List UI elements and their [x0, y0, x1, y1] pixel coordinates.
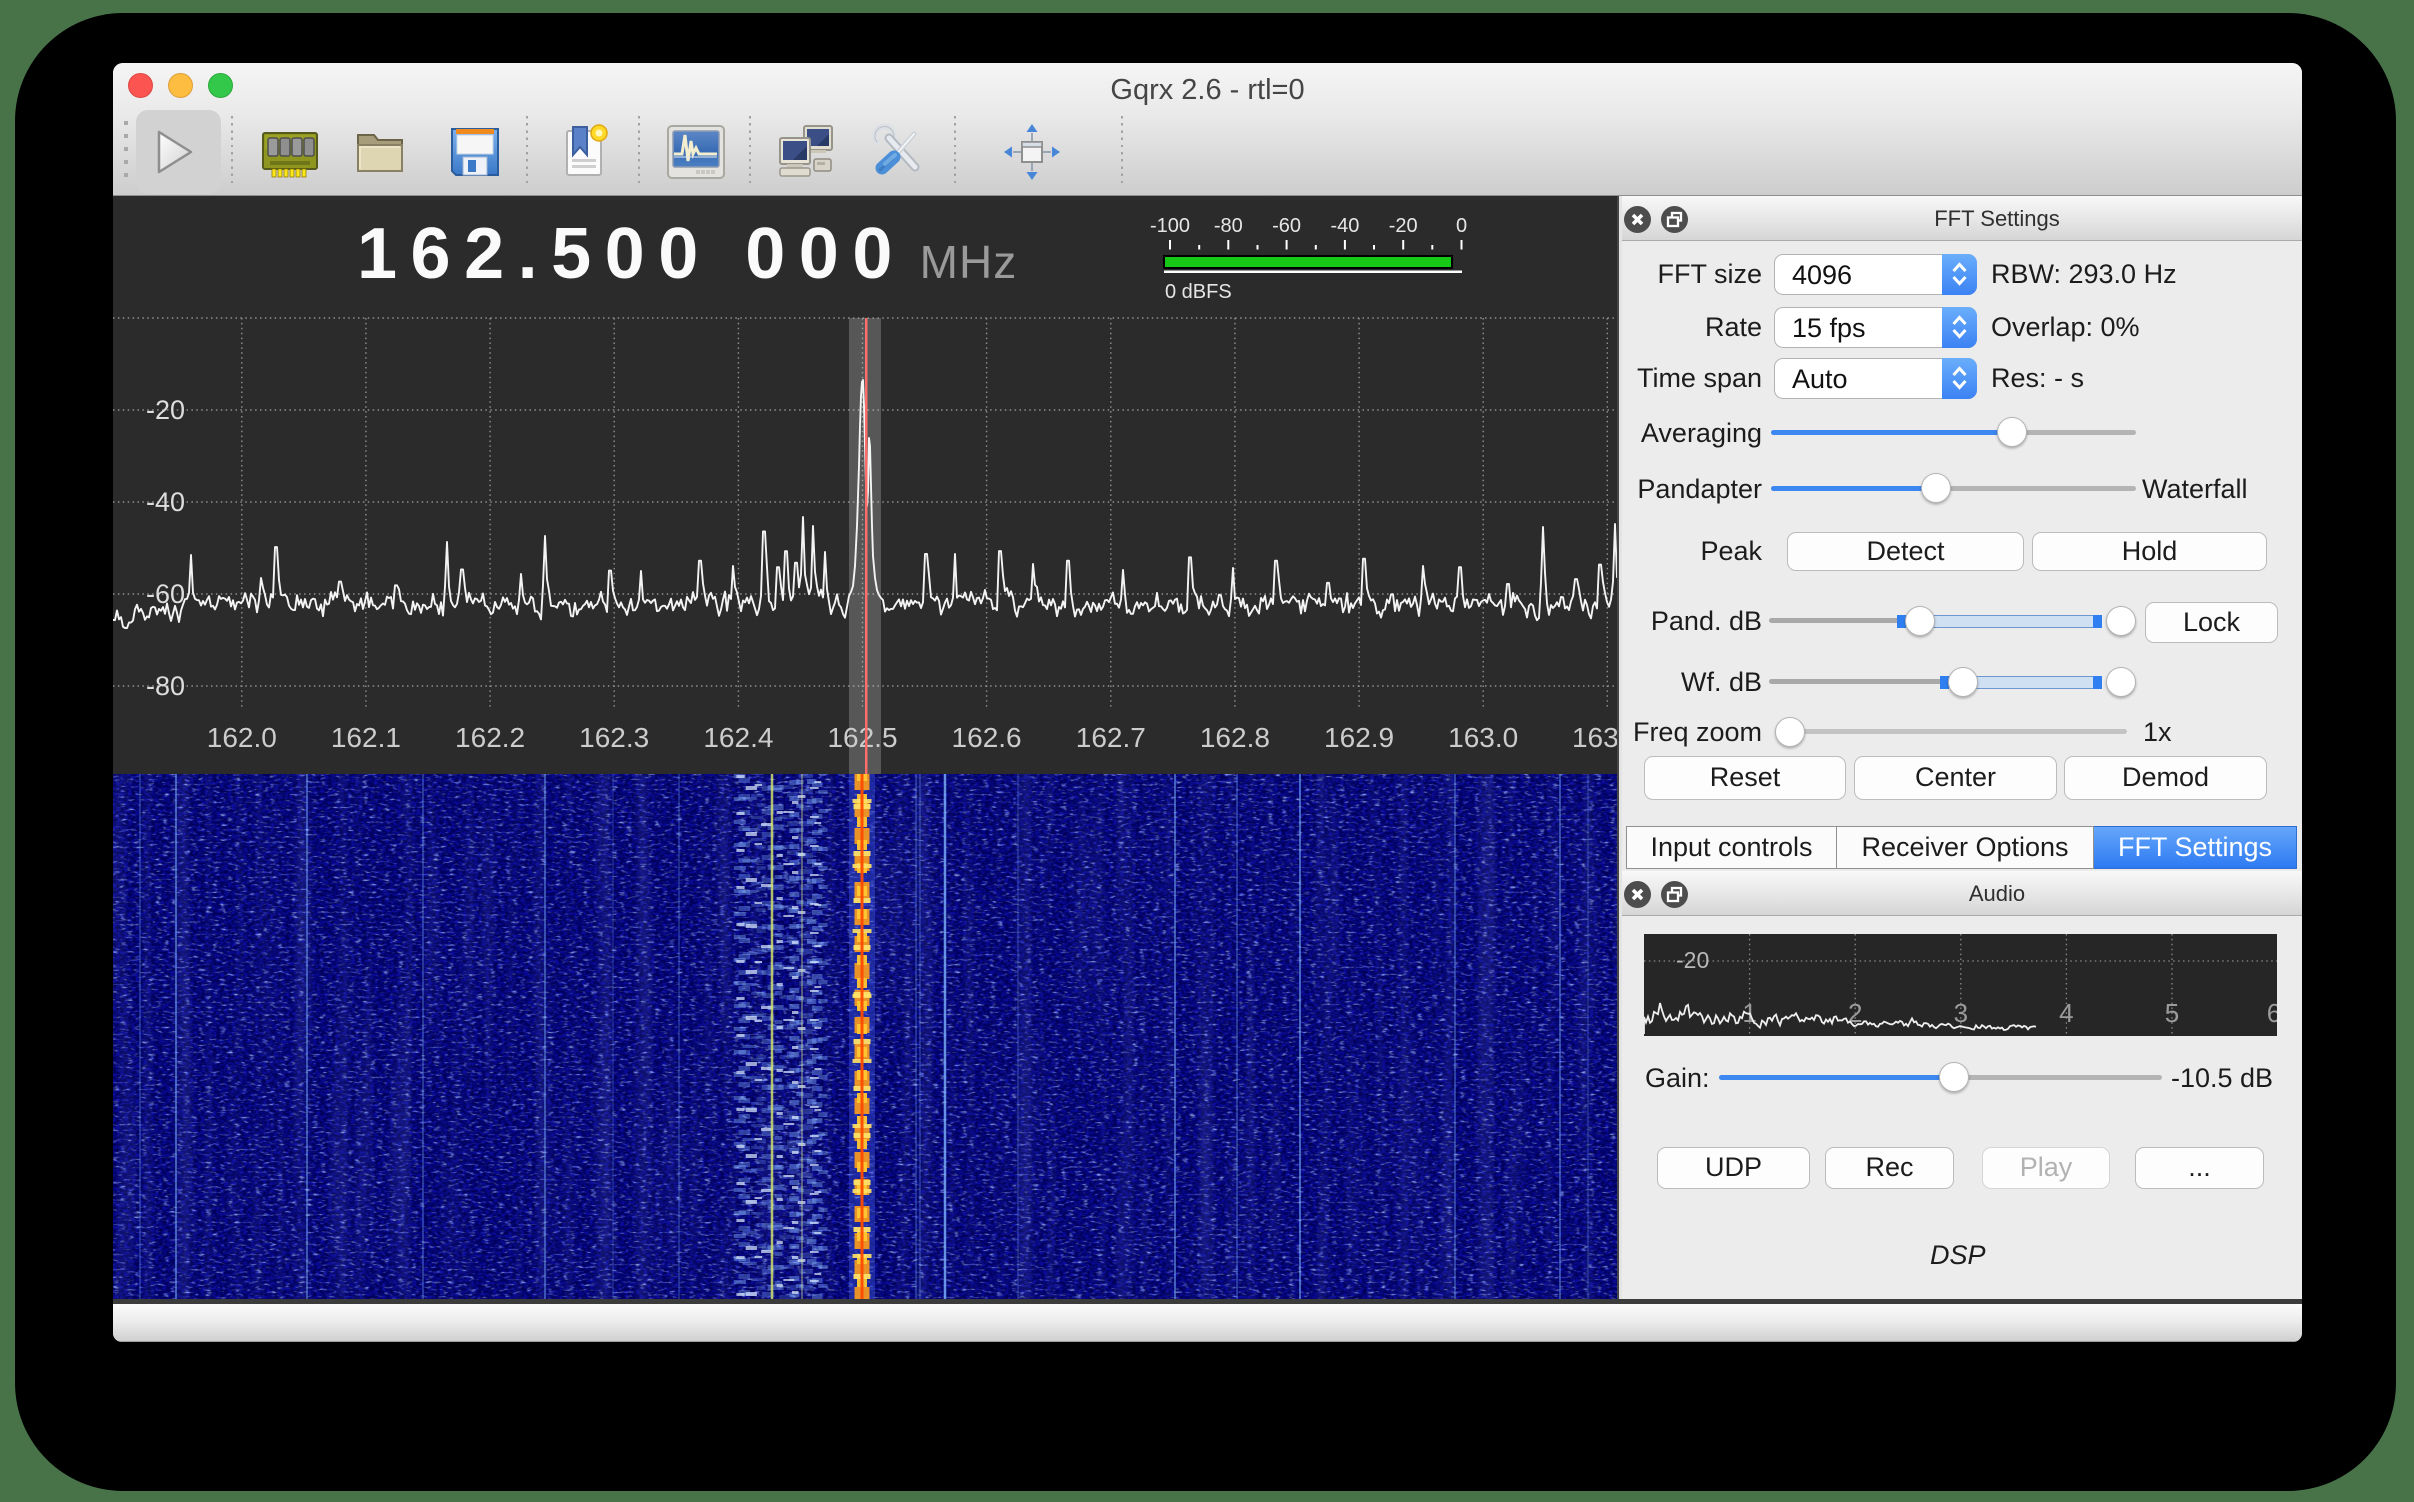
svg-text:162.2: 162.2	[455, 722, 525, 753]
svg-text:-80: -80	[146, 671, 185, 701]
svg-text:162.6: 162.6	[952, 722, 1022, 753]
svg-text:162.8: 162.8	[1200, 722, 1270, 753]
svg-text:162.9: 162.9	[1324, 722, 1394, 753]
svg-text:5: 5	[2165, 998, 2179, 1028]
svg-text:-40: -40	[146, 487, 185, 517]
svg-text:162.0: 162.0	[207, 722, 277, 753]
svg-text:-20: -20	[146, 395, 185, 425]
svg-text:162.7: 162.7	[1076, 722, 1146, 753]
svg-text:162.3: 162.3	[579, 722, 649, 753]
svg-text:-40: -40	[1330, 215, 1359, 237]
svg-text:3: 3	[1954, 998, 1968, 1028]
svg-text:0: 0	[1456, 215, 1467, 237]
svg-text:-20: -20	[1676, 947, 1709, 973]
svg-text:-60: -60	[1272, 215, 1301, 237]
svg-text:0 dBFS: 0 dBFS	[1165, 281, 1232, 303]
svg-text:4: 4	[2059, 998, 2073, 1028]
svg-text:162.4: 162.4	[703, 722, 773, 753]
svg-text:6: 6	[2267, 998, 2277, 1028]
svg-text:163.0: 163.0	[1448, 722, 1518, 753]
svg-text:162.1: 162.1	[331, 722, 401, 753]
svg-text:-60: -60	[146, 579, 185, 609]
svg-text:-80: -80	[1214, 215, 1243, 237]
svg-text:-20: -20	[1389, 215, 1418, 237]
svg-text:-100: -100	[1150, 215, 1190, 237]
